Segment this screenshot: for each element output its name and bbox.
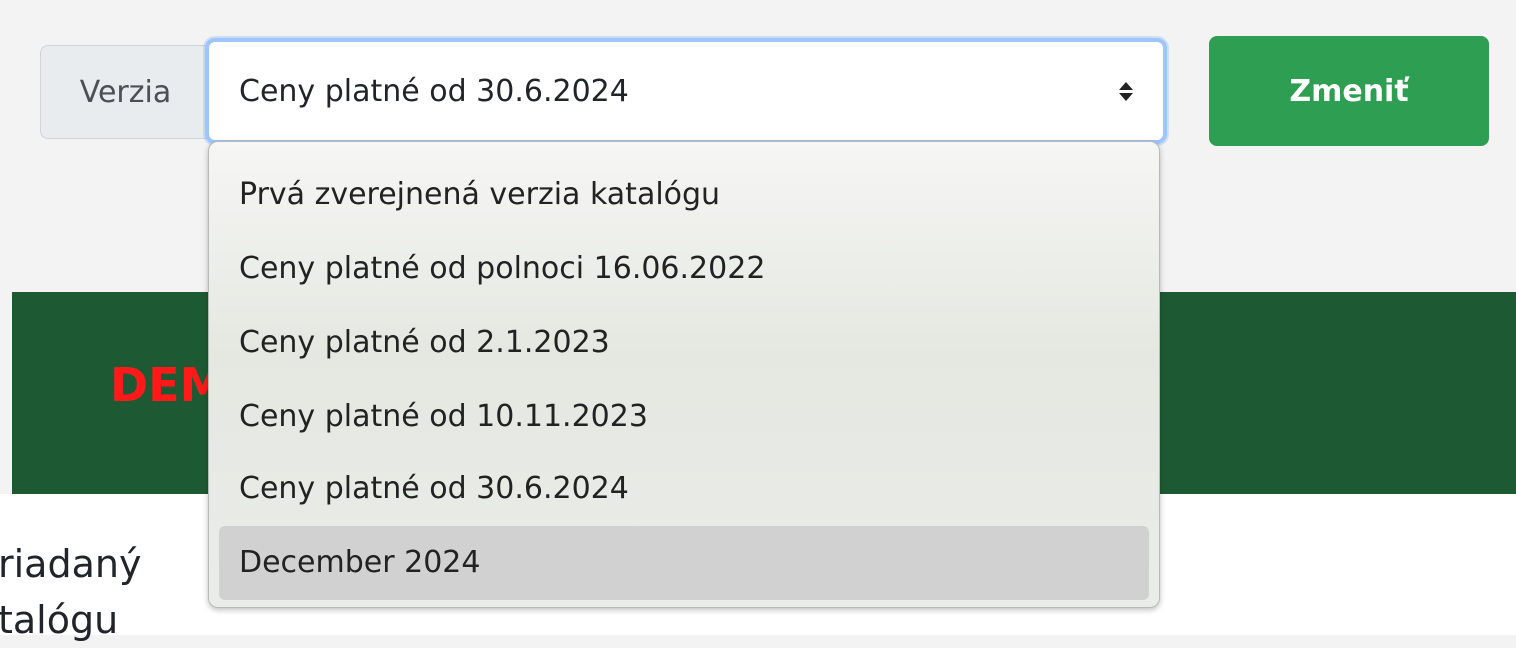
content-line-1: riadaný bbox=[0, 542, 142, 586]
version-option[interactable]: Ceny platné od 10.11.2023 bbox=[219, 380, 1149, 454]
version-option-highlighted[interactable]: December 2024 bbox=[219, 526, 1149, 600]
version-option[interactable]: Prvá zverejnená verzia katalógu bbox=[219, 158, 1149, 232]
version-select-value: Ceny platné od 30.6.2024 bbox=[239, 73, 629, 109]
version-option[interactable]: Ceny platné od polnoci 16.06.2022 bbox=[219, 232, 1149, 306]
version-select[interactable]: Ceny platné od 30.6.2024 bbox=[205, 38, 1167, 144]
sort-arrows-icon bbox=[1114, 81, 1138, 101]
version-option[interactable]: Ceny platné od 2.1.2023 bbox=[219, 306, 1149, 380]
content-text: riadaný talógu bbox=[0, 536, 141, 648]
content-line-2: talógu bbox=[0, 598, 119, 642]
change-button[interactable]: Zmeniť bbox=[1209, 36, 1489, 146]
version-option[interactable]: Ceny platné od 30.6.2024 bbox=[219, 452, 1149, 526]
version-label: Verzia bbox=[40, 45, 210, 139]
version-dropdown-list: Prvá zverejnená verzia katalógu Ceny pla… bbox=[208, 141, 1160, 608]
